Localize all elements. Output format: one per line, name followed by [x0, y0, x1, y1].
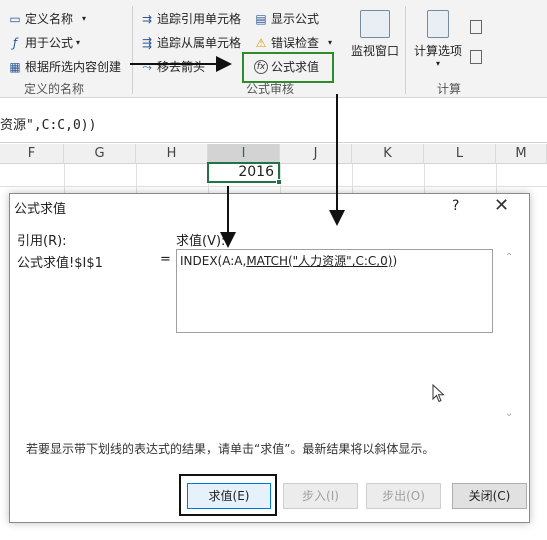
scroll-up-icon[interactable]: ⌃ [505, 252, 513, 263]
fill-handle[interactable] [276, 179, 282, 185]
equals-sign: = [160, 252, 171, 267]
remove-arrows-button[interactable]: ⤳ 移去箭头 [140, 58, 205, 75]
ribbon-separator [405, 6, 406, 94]
tag-icon: ▭ [9, 11, 21, 26]
cell-i1[interactable]: 2016 [207, 162, 280, 183]
close-icon[interactable]: ✕ [494, 195, 509, 216]
use-in-formula-button[interactable]: ƒ 用于公式 ▾ [8, 34, 80, 51]
grid-line [352, 164, 353, 194]
mouse-cursor-icon [432, 384, 445, 403]
help-button[interactable]: ? [452, 198, 459, 214]
trace-precedents-icon: ⇉ [141, 11, 153, 26]
column-header-j[interactable]: J [280, 144, 352, 164]
evaluate-button-highlight [179, 474, 277, 516]
step-out-button[interactable]: 步出(O) [366, 483, 441, 509]
column-header-f[interactable]: F [0, 144, 64, 164]
defined-names-group-label: 定义的名称 [24, 82, 85, 96]
formula-bar-text: 资源",C:C,0)) [0, 118, 97, 133]
column-header-k[interactable]: K [352, 144, 424, 164]
calculation-group-label: 计算 [437, 82, 462, 96]
grid-row-line [0, 186, 547, 187]
ribbon-separator [132, 6, 133, 94]
reference-label: 引用(R): [17, 234, 67, 249]
chevron-down-icon: ▾ [435, 59, 440, 68]
chevron-down-icon: ▾ [82, 14, 87, 23]
column-header-l[interactable]: L [424, 144, 496, 164]
formula-auditing-group-label: 公式审核 [246, 82, 295, 96]
evaluation-label: 求值(V): [176, 234, 226, 249]
error-checking-button[interactable]: ⚠ 错误检查 ▾ [254, 34, 332, 51]
watch-window-button[interactable]: 监视窗口 [350, 10, 400, 59]
watch-window-icon [360, 10, 390, 38]
scroll-down-icon[interactable]: ⌄ [505, 408, 513, 419]
grid-line [64, 164, 65, 194]
reference-value: 公式求值!$I$1 [17, 256, 103, 271]
calculate-sheet-icon[interactable] [470, 50, 482, 64]
fx-icon: ƒ [12, 35, 18, 50]
trace-precedents-button[interactable]: ⇉ 追踪引用单元格 [140, 10, 241, 27]
trace-dependents-button[interactable]: ⇶ 追踪从属单元格 [140, 34, 241, 51]
evaluate-formula-highlight [242, 52, 334, 83]
show-formulas-icon: ▤ [255, 11, 267, 26]
expression-prefix: INDEX(A:A, [180, 254, 247, 268]
remove-arrows-icon: ⤳ [142, 59, 152, 74]
close-button[interactable]: 关闭(C) [452, 483, 527, 509]
column-header-m[interactable]: M [496, 144, 547, 164]
dialog-hint-text: 若要显示带下划线的表达式的结果，请单击“求值”。最新结果将以斜体显示。 [26, 442, 435, 456]
grid-line [136, 164, 137, 194]
expression-underlined: MATCH("人力资源",C:C,0) [246, 254, 393, 268]
calc-options-button[interactable]: 计算选项 ▾ [410, 10, 466, 68]
define-name-button[interactable]: ▭ 定义名称 ▾ [8, 10, 86, 27]
grid-line [496, 164, 497, 194]
expression-suffix: ) [392, 254, 398, 268]
create-from-selection-button[interactable]: ▦ 根据所选内容创建 [8, 58, 121, 75]
step-in-button[interactable]: 步入(I) [283, 483, 358, 509]
grid-line [424, 164, 425, 194]
calculator-icon [427, 10, 449, 38]
dialog-title: 公式求值 [14, 202, 67, 217]
chevron-down-icon: ▾ [328, 38, 333, 47]
column-header-h[interactable]: H [136, 144, 208, 164]
evaluation-expression: INDEX(A:A,MATCH("人力资源",C:C,0)) [180, 252, 397, 269]
show-formulas-button[interactable]: ▤ 显示公式 [254, 10, 319, 27]
chevron-down-icon: ▾ [76, 38, 81, 47]
calculate-now-icon[interactable] [470, 20, 482, 34]
warning-icon: ⚠ [255, 35, 267, 50]
column-header-g[interactable]: G [64, 144, 136, 164]
column-header-i[interactable]: I [208, 144, 280, 164]
grid-icon: ▦ [9, 59, 21, 74]
trace-dependents-icon: ⇶ [141, 35, 153, 50]
